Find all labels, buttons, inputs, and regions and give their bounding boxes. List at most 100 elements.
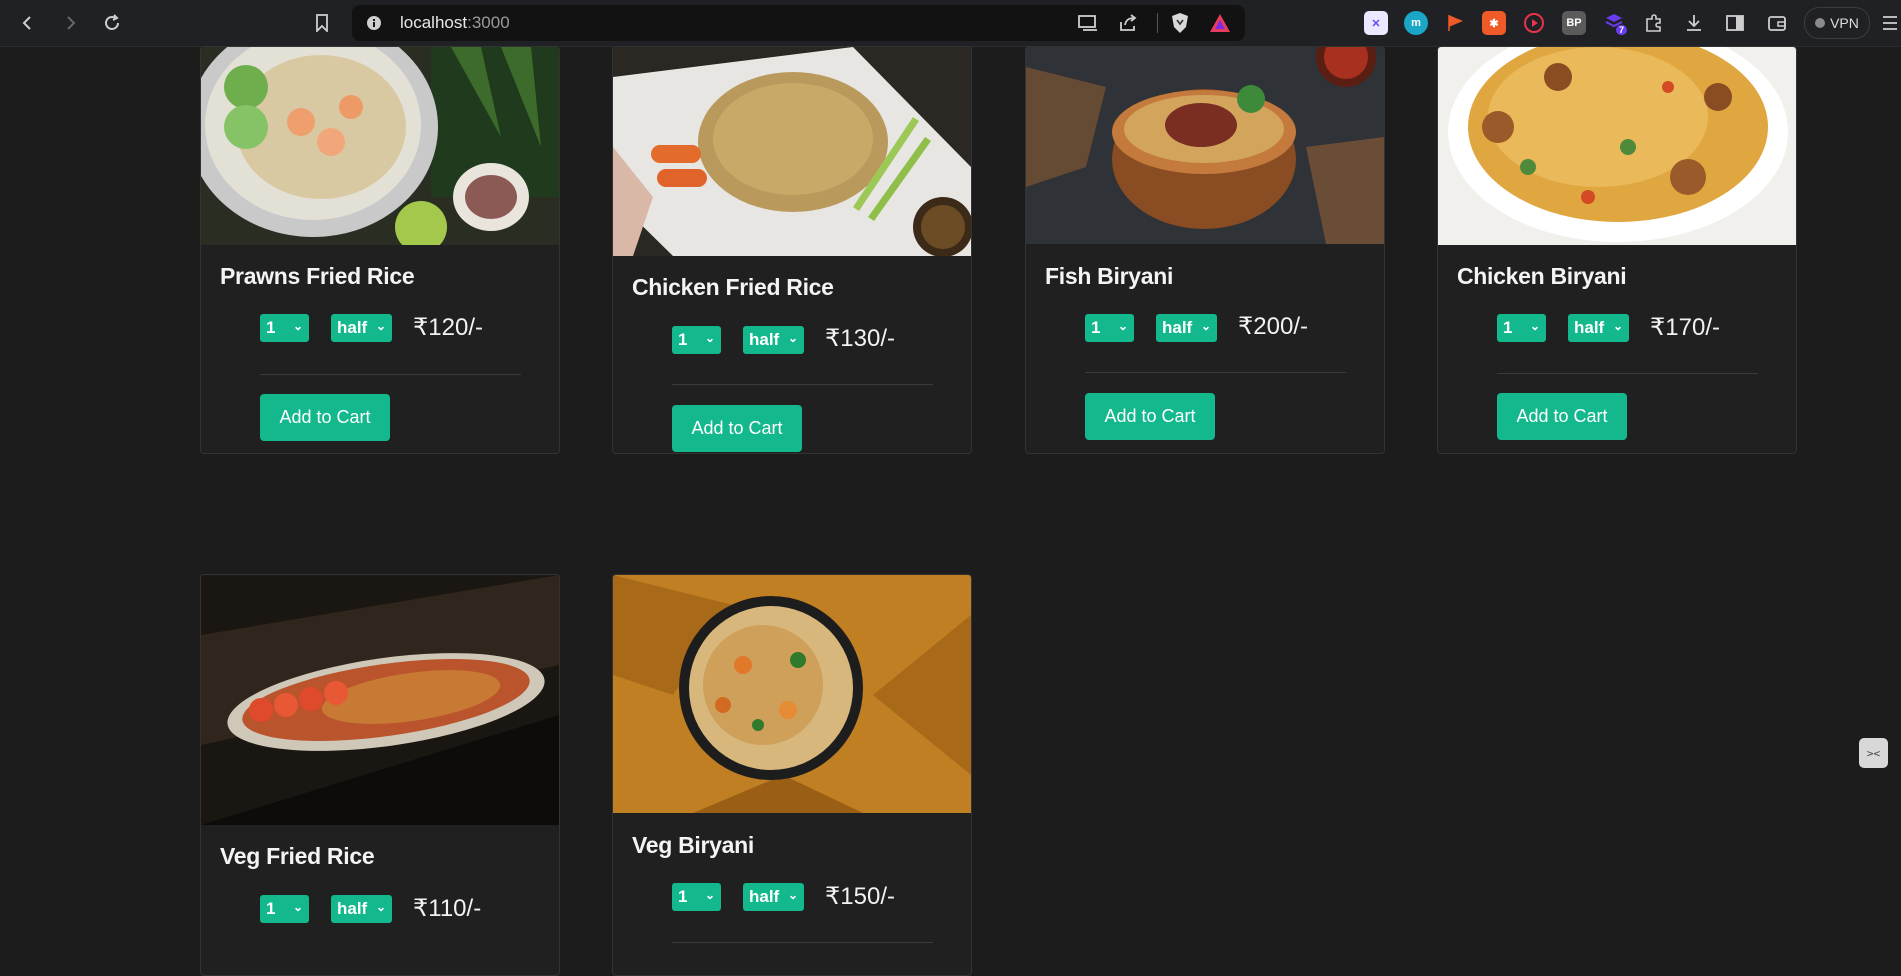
add-to-cart-button[interactable]: Add to Cart [260,394,390,441]
sidebar-icon [1726,15,1744,31]
info-icon [367,16,381,30]
brave-shield-icon[interactable] [1170,12,1190,34]
browser-toolbar: localhost:3000 ✕ m ✱ BP 7 VPN [0,0,1901,47]
portion-select[interactable]: half ⌄ [331,895,392,923]
food-image [1026,47,1384,244]
veg-biryani-image [613,575,971,813]
product-price: ₹150/- [825,883,895,910]
card-divider [260,374,521,375]
forward-button[interactable] [56,9,84,37]
product-price: ₹110/- [413,895,482,922]
product-name: Prawns Fried Rice [220,263,415,289]
portion-value: half [749,887,780,906]
card-divider [672,384,933,385]
floating-helper-icon[interactable]: >< [1859,738,1888,768]
product-card: Prawns Fried Rice 1 ⌄ half ⌄ ₹120/- Add … [200,46,560,454]
product-name: Chicken Fried Rice [632,274,834,300]
quantity-value: 1 [1503,318,1513,337]
add-to-cart-button[interactable]: Add to Cart [1085,393,1215,440]
flag-icon [1448,15,1463,31]
quantity-select[interactable]: 1 ⌄ [672,326,721,354]
extension-icon-5[interactable] [1522,11,1546,35]
bookmark-button[interactable] [308,9,336,37]
wallet-button[interactable] [1765,11,1789,35]
chevron-down-icon: ⌄ [375,319,386,333]
food-image [613,575,971,813]
quantity-select[interactable]: 1 ⌄ [672,883,721,911]
reload-button[interactable] [98,9,126,37]
extension-icon-bp[interactable]: BP [1562,11,1586,35]
portion-value: half [337,899,368,918]
add-to-cart-button[interactable]: Add to Cart [1497,393,1627,440]
brave-rewards-icon[interactable] [1209,13,1231,33]
product-price: ₹120/- [413,314,483,341]
chevron-down-icon: ⌄ [787,888,798,902]
quantity-select[interactable]: 1 ⌄ [260,895,309,923]
quantity-select[interactable]: 1 ⌄ [260,314,309,342]
portion-select[interactable]: half ⌄ [743,326,804,354]
chevron-down-icon: ⌄ [1200,319,1211,333]
product-card: Chicken Biryani 1 ⌄ half ⌄ ₹170/- Add to… [1437,46,1797,454]
bookmark-icon [316,14,328,32]
back-button[interactable] [14,9,42,37]
food-image [201,575,559,825]
chicken-fried-rice-image [613,47,971,256]
product-card: Veg Fried Rice 1 ⌄ half ⌄ ₹110/- [200,574,560,976]
download-icon [1687,15,1701,31]
hamburger-menu-icon [1883,16,1897,30]
reload-icon [105,14,119,30]
product-name: Chicken Biryani [1457,263,1627,289]
chevron-down-icon: ⌄ [704,888,715,902]
chevron-down-icon: ⌄ [292,900,303,914]
product-price: ₹170/- [1650,314,1720,341]
food-image [201,47,559,245]
product-name: Fish Biryani [1045,263,1174,289]
product-name: Veg Fried Rice [220,843,375,869]
address-bar[interactable]: localhost:3000 [352,5,1245,41]
portion-select[interactable]: half ⌄ [743,883,804,911]
add-to-cart-button[interactable]: Add to Cart [672,405,802,452]
vpn-button[interactable]: VPN [1804,7,1870,39]
chevron-down-icon: ⌄ [1612,319,1623,333]
downloads-button[interactable] [1682,11,1706,35]
wallet-icon [1768,16,1786,31]
extensions-button[interactable] [1642,11,1666,35]
extension-badge: 7 [1616,25,1628,35]
chevron-down-icon: ⌄ [292,319,303,333]
extension-icon-3[interactable] [1443,11,1467,35]
chevron-right-icon [67,16,76,30]
chevron-down-icon: ⌄ [704,331,715,345]
quantity-value: 1 [678,330,688,349]
divider [1157,13,1158,33]
extension-icon-1[interactable]: ✕ [1364,11,1388,35]
quantity-value: 1 [266,318,276,337]
sidebar-button[interactable] [1723,11,1747,35]
extension-icon-4[interactable]: ✱ [1482,11,1506,35]
quantity-select[interactable]: 1 ⌄ [1497,314,1546,342]
chevron-down-icon: ⌄ [375,900,386,914]
quantity-select[interactable]: 1 ⌄ [1085,314,1134,342]
menu-button[interactable] [1882,14,1898,32]
chevron-down-icon: ⌄ [1117,319,1128,333]
product-price: ₹200/- [1238,313,1308,340]
product-card: Veg Biryani 1 ⌄ half ⌄ ₹150/- [612,574,972,976]
quantity-value: 1 [1091,318,1101,337]
portion-value: half [1162,318,1193,337]
portion-value: half [337,318,368,337]
share-icon[interactable] [1118,13,1138,33]
portion-value: half [1574,318,1605,337]
prawns-fried-rice-image [201,47,559,245]
cast-icon[interactable] [1077,14,1099,32]
food-image [613,47,971,256]
puzzle-icon [1646,14,1661,32]
url-text: localhost:3000 [400,13,510,32]
chevron-down-icon: ⌄ [1529,319,1540,333]
portion-select[interactable]: half ⌄ [1568,314,1629,342]
portion-select[interactable]: half ⌄ [1156,314,1217,342]
vpn-label: VPN [1830,15,1859,31]
product-card: Chicken Fried Rice 1 ⌄ half ⌄ ₹130/- Add… [612,46,972,454]
extension-icon-2[interactable]: m [1404,11,1428,35]
extension-icon-7[interactable]: 7 [1602,11,1628,35]
quantity-value: 1 [678,887,688,906]
portion-select[interactable]: half ⌄ [331,314,392,342]
